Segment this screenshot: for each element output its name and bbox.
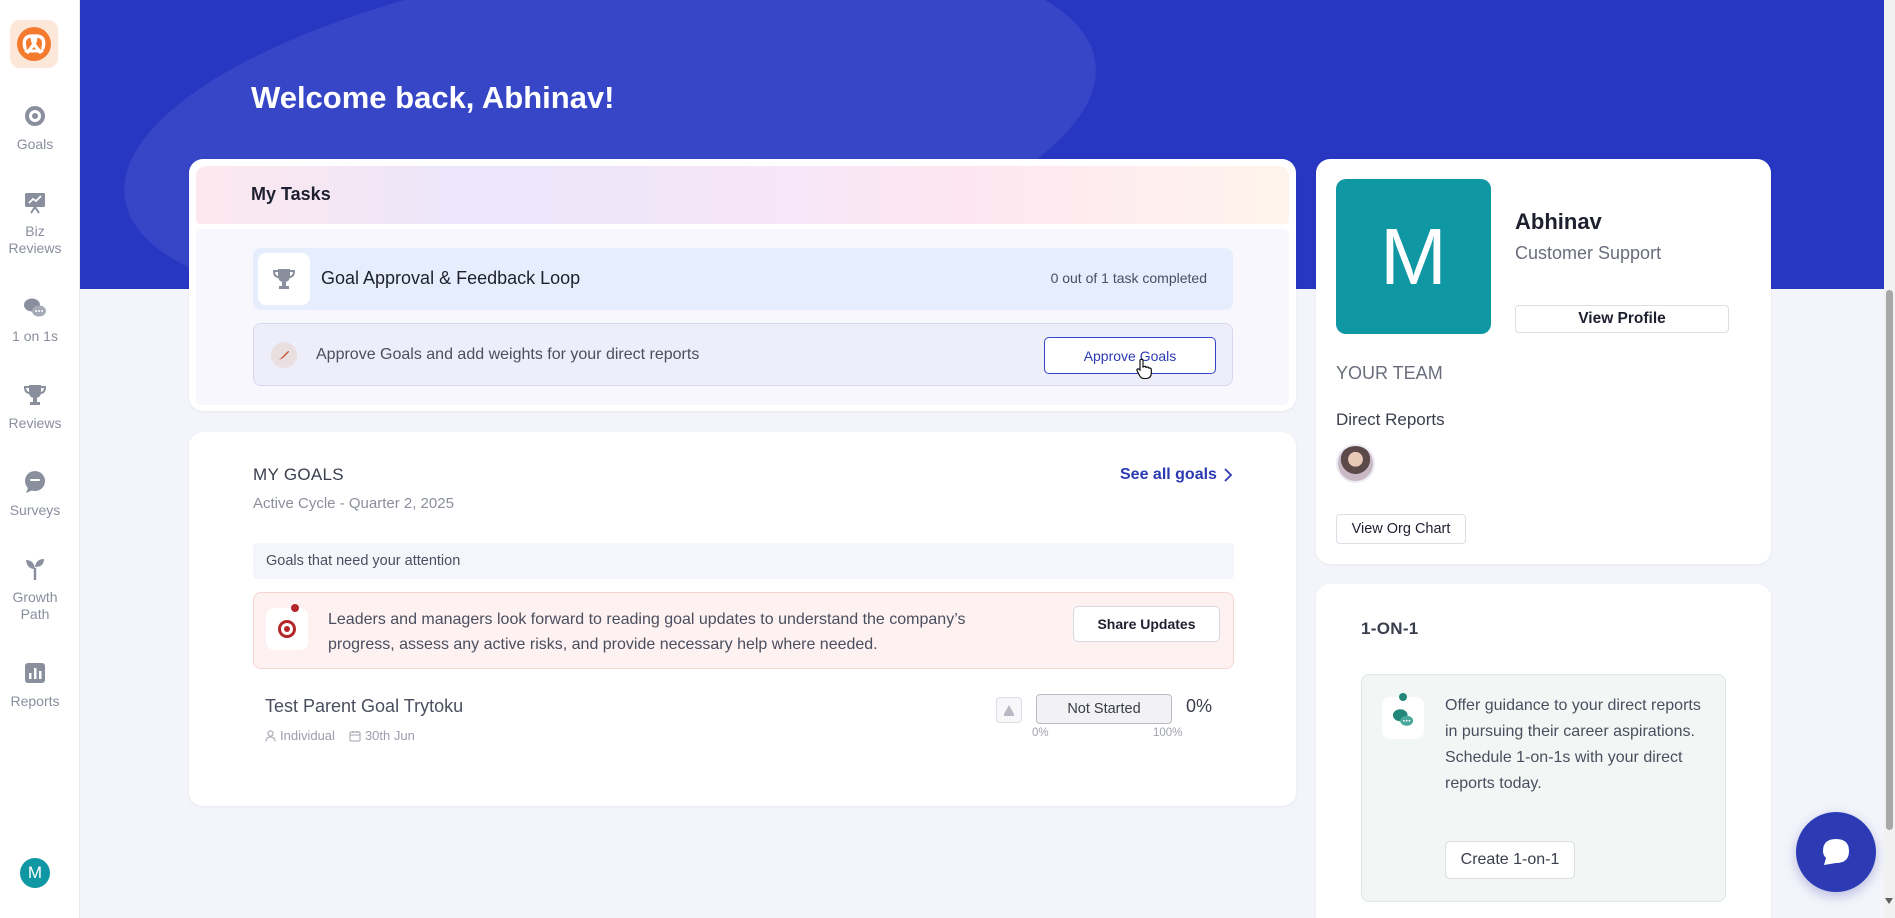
see-all-goals-link[interactable]: See all goals [1120, 466, 1233, 484]
share-updates-text: Leaders and managers look forward to rea… [328, 611, 966, 653]
share-updates-box: Leaders and managers look forward to rea… [253, 592, 1234, 669]
presentation-icon [25, 193, 45, 214]
goal-due-label: 30th Jun [364, 728, 415, 743]
notification-dot [291, 604, 299, 612]
chat-icon [1823, 839, 1849, 865]
goal-type: Individual [265, 728, 335, 743]
chat-bubbles-icon [24, 298, 46, 317]
welcome-title: Welcome back, Abhinav! [251, 80, 615, 115]
sidebar-item-surveys[interactable]: Surveys [0, 470, 70, 519]
profile-name: Abhinav [1515, 209, 1602, 234]
scroll-down-arrow-icon[interactable] [1885, 898, 1893, 904]
direct-reports-label: Direct Reports [1336, 410, 1445, 429]
approve-goals-button[interactable]: Approve Goals [1044, 337, 1216, 374]
your-team-label: YOUR TEAM [1336, 363, 1443, 383]
sidebar-item-reviews[interactable]: Reviews [0, 383, 70, 432]
one-on-one-title: 1-ON-1 [1361, 619, 1419, 638]
goal-progress-value: 0% [1186, 696, 1213, 716]
notification-dot [1399, 693, 1407, 701]
bullseye-icon [278, 620, 296, 638]
chat-icon-box [1382, 697, 1424, 739]
sidebar: Goals Biz Reviews 1 on 1s Reviews Survey… [0, 0, 80, 918]
sidebar-item-reports[interactable]: Reports [0, 661, 70, 710]
one-on-one-card: 1-ON-1 Offer guidance to your direct rep… [1316, 584, 1771, 918]
goal-approval-loop-row[interactable]: Goal Approval & Feedback Loop 0 out of 1… [253, 248, 1233, 310]
page-scrollbar[interactable] [1884, 0, 1895, 918]
sidebar-item-goals[interactable]: Goals [0, 104, 70, 153]
goal-type-label: Individual [280, 728, 335, 743]
sidebar-item-label: Surveys [9, 502, 61, 518]
person-icon [265, 729, 276, 742]
tasks-title: My Tasks [251, 184, 331, 204]
view-org-chart-button[interactable]: View Org Chart [1336, 514, 1466, 544]
sidebar-item-label: 1 on 1s [12, 328, 58, 344]
share-updates-button[interactable]: Share Updates [1073, 606, 1220, 642]
one-on-one-box: Offer guidance to your direct reports in… [1361, 674, 1726, 902]
chat-fab-button[interactable] [1796, 812, 1876, 892]
attention-bar: Goals that need your attention [253, 543, 1234, 579]
chevron-right-icon [1224, 468, 1233, 482]
goal-status-badge[interactable]: Not Started [1036, 694, 1172, 724]
create-1on1-button[interactable]: Create 1-on-1 [1445, 841, 1575, 879]
loop-status: 0 out of 1 task completed [1050, 270, 1207, 286]
sprout-icon [26, 559, 44, 580]
tasks-header: My Tasks [196, 166, 1289, 224]
one-on-one-text-line2: Schedule 1-on-1s with your direct report… [1445, 749, 1683, 792]
trophy-icon [23, 385, 47, 405]
target-icon [25, 106, 45, 126]
profile-role: Customer Support [1515, 243, 1662, 263]
sidebar-item-growth-path[interactable]: Growth Path [0, 557, 70, 623]
view-profile-button[interactable]: View Profile [1515, 305, 1729, 333]
sidebar-item-1on1s[interactable]: 1 on 1s [0, 296, 70, 345]
weight-icon[interactable] [996, 697, 1022, 723]
one-on-one-text: Offer guidance to your direct reports in… [1445, 693, 1710, 797]
user-avatar[interactable]: M [20, 858, 50, 888]
app-logo[interactable] [10, 20, 58, 68]
approve-goals-task: Approve Goals and add weights for your d… [253, 323, 1233, 386]
my-goals-card: MY GOALS Active Cycle - Quarter 2, 2025 … [189, 432, 1296, 806]
approve-task-text: Approve Goals and add weights for your d… [316, 346, 700, 363]
sidebar-item-label: Biz Reviews [8, 223, 62, 256]
trophy-icon-box [258, 253, 310, 305]
pretzel-logo-icon [17, 27, 51, 61]
sidebar-item-biz-reviews[interactable]: Biz Reviews [0, 191, 70, 257]
goal-title[interactable]: Test Parent Goal Trytoku [265, 696, 463, 717]
chat-bubbles-icon [1392, 709, 1414, 726]
speech-bubble-icon [25, 471, 45, 493]
one-on-one-text-line1: Offer guidance to your direct reports in… [1445, 697, 1701, 740]
see-all-label: See all goals [1120, 466, 1217, 483]
scroll-thumb[interactable] [1886, 290, 1893, 830]
profile-avatar: M [1336, 179, 1491, 334]
goal-meta: Individual 30th Jun [265, 728, 415, 743]
goals-heading: MY GOALS [253, 465, 344, 484]
active-cycle-label: Active Cycle - Quarter 2, 2025 [253, 495, 454, 512]
target-icon-box [266, 608, 308, 650]
calendar-icon [349, 730, 361, 741]
sidebar-item-label: Goals [16, 136, 54, 152]
sidebar-item-label: Reports [10, 693, 60, 709]
direct-report-avatar[interactable] [1336, 444, 1375, 483]
sidebar-item-label: Growth Path [12, 589, 58, 622]
profile-card: M Abhinav Customer Support View Profile … [1316, 159, 1771, 564]
feather-icon [271, 342, 297, 368]
progress-scale-min: 0% [1032, 727, 1049, 739]
progress-scale-max: 100% [1153, 727, 1183, 739]
goal-due: 30th Jun [349, 728, 415, 743]
attention-label: Goals that need your attention [266, 553, 461, 569]
bar-chart-icon [25, 663, 45, 683]
trophy-icon [272, 269, 296, 289]
loop-title: Goal Approval & Feedback Loop [321, 268, 581, 288]
sidebar-item-label: Reviews [8, 415, 62, 431]
